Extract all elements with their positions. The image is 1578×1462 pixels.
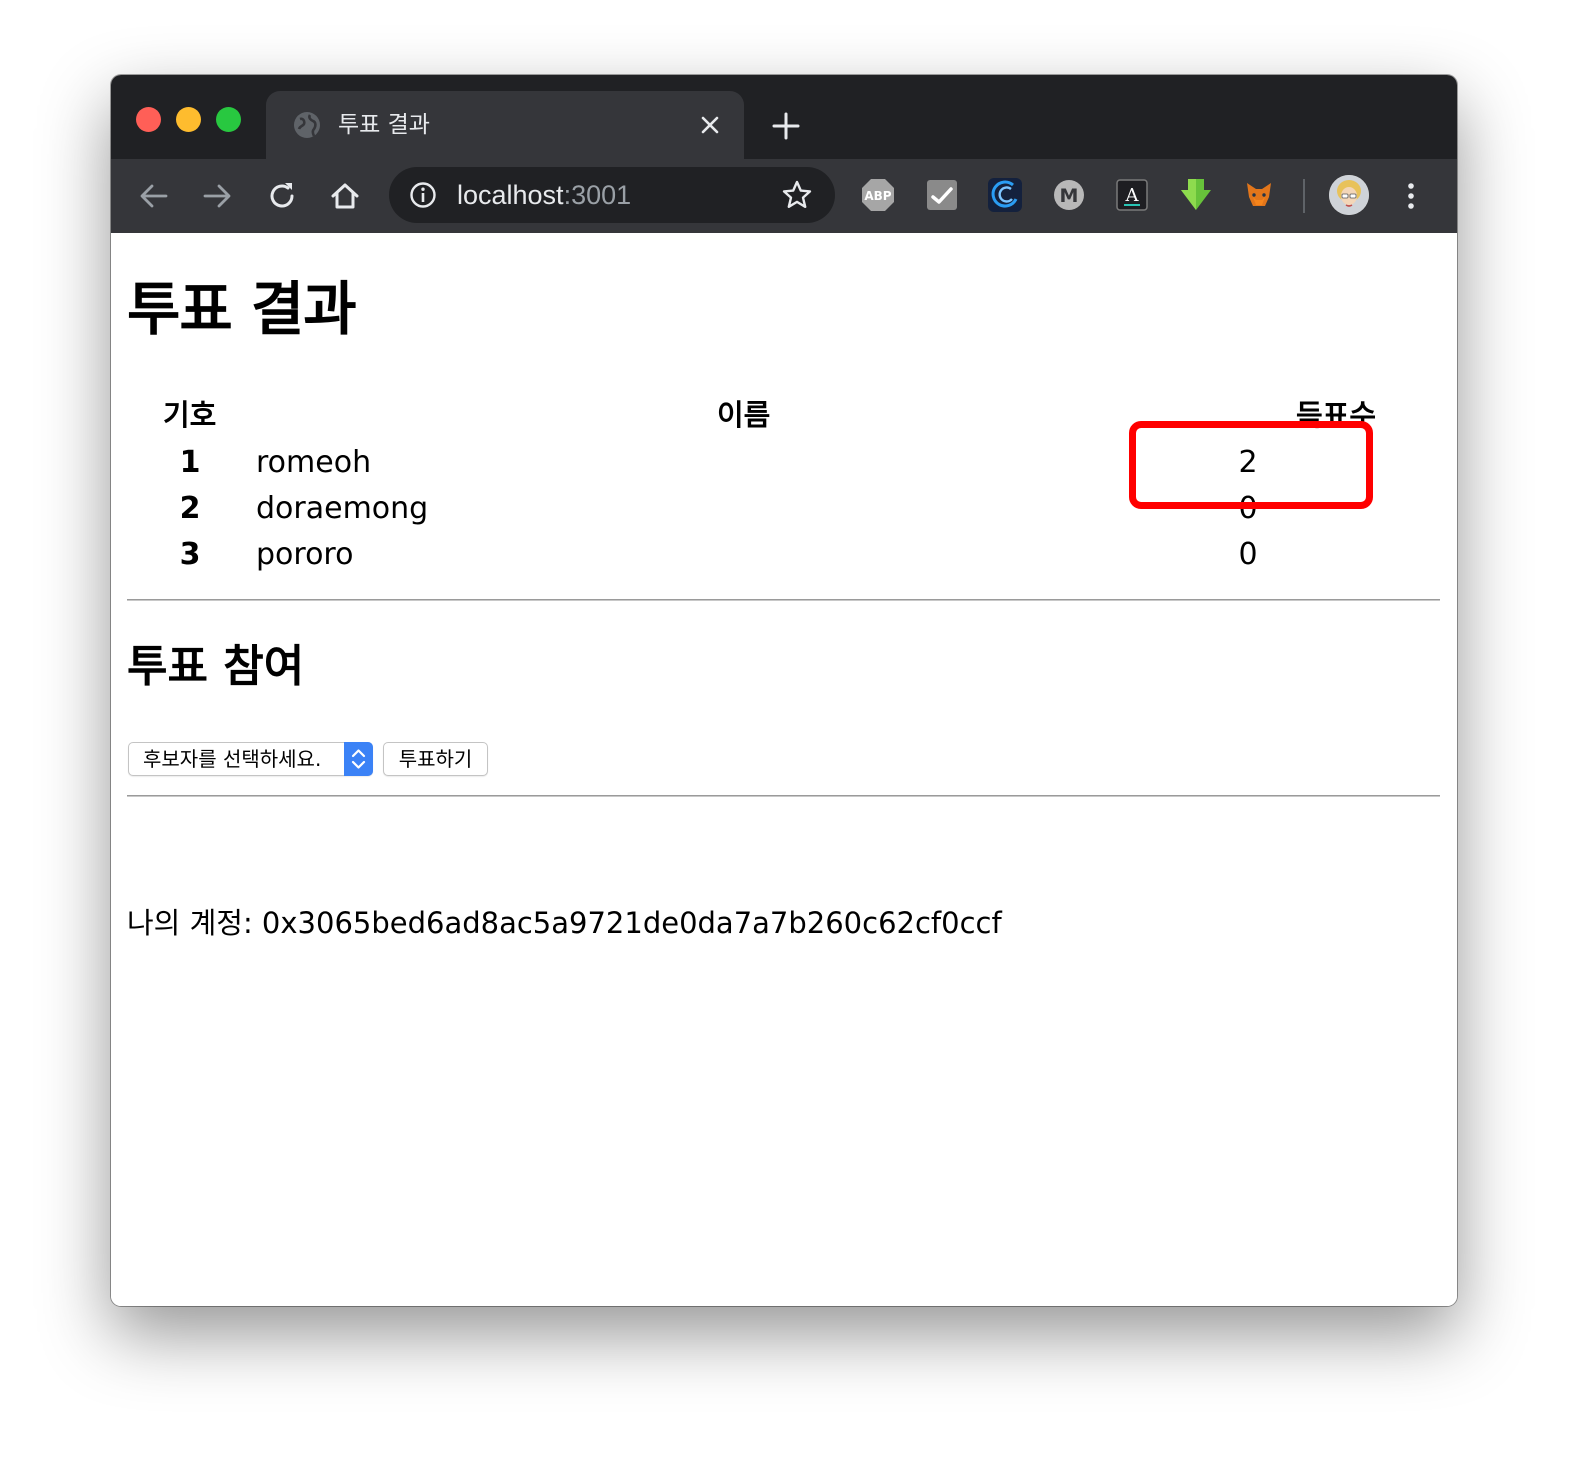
profile-avatar[interactable] bbox=[1329, 175, 1369, 215]
divider bbox=[127, 599, 1440, 601]
chart-extension-icon[interactable] bbox=[924, 177, 960, 213]
m-extension-label: M bbox=[1060, 185, 1079, 207]
close-tab-icon[interactable] bbox=[698, 113, 722, 137]
browser-window: 투표 결과 localhost:3001 ABP M A 투표 결과 기호 이름… bbox=[111, 75, 1457, 1306]
minimize-window-button[interactable] bbox=[176, 107, 201, 132]
tab-bar: 투표 결과 bbox=[111, 75, 1457, 159]
url-host: localhost bbox=[457, 180, 564, 210]
adblock-plus-icon[interactable]: ABP bbox=[860, 177, 896, 213]
bookmark-star-icon[interactable] bbox=[781, 179, 813, 211]
candidate-votes: 0 bbox=[1238, 537, 1258, 572]
download-arrow-icon[interactable] bbox=[1178, 177, 1214, 213]
candidate-select-value: 후보자를 선택하세요. bbox=[143, 747, 322, 771]
candidate-name: pororo bbox=[256, 537, 354, 572]
toolbar-divider bbox=[1303, 179, 1305, 213]
info-icon[interactable] bbox=[409, 181, 437, 209]
tab-active[interactable]: 투표 결과 bbox=[266, 91, 744, 159]
browser-toolbar: localhost:3001 ABP M A bbox=[111, 159, 1457, 233]
address-bar[interactable]: localhost:3001 bbox=[389, 167, 835, 223]
highlight-annotation-box bbox=[1129, 421, 1373, 509]
more-vert-icon[interactable] bbox=[1401, 179, 1421, 213]
font-extension-icon[interactable]: A bbox=[1114, 177, 1150, 213]
candidate-number: 1 bbox=[179, 445, 201, 480]
account-address: 나의 계정: 0x3065bed6ad8ac5a9721de0da7a7b260… bbox=[127, 906, 1002, 940]
candidate-name: doraemong bbox=[256, 491, 429, 526]
home-icon[interactable] bbox=[326, 177, 364, 215]
divider bbox=[127, 795, 1440, 797]
m-extension-icon[interactable]: M bbox=[1051, 177, 1087, 213]
candidate-name: romeoh bbox=[256, 445, 372, 480]
candidate-number: 3 bbox=[179, 537, 201, 572]
url-port: :3001 bbox=[563, 180, 632, 210]
candidate-select[interactable]: 후보자를 선택하세요. bbox=[128, 742, 373, 776]
close-window-button[interactable] bbox=[136, 107, 161, 132]
globe-icon bbox=[294, 112, 320, 138]
adblock-label: ABP bbox=[864, 189, 891, 203]
metamask-fox-icon[interactable] bbox=[1241, 177, 1277, 213]
vote-section-title: 투표 참여 bbox=[127, 641, 305, 692]
back-arrow-icon[interactable] bbox=[135, 177, 173, 215]
vote-button[interactable]: 투표하기 bbox=[383, 742, 488, 776]
select-arrows[interactable] bbox=[344, 742, 373, 776]
user-avatar-icon bbox=[1329, 175, 1369, 215]
candidate-number: 2 bbox=[179, 491, 201, 526]
maximize-window-button[interactable] bbox=[216, 107, 241, 132]
wave-extension-icon[interactable] bbox=[987, 177, 1023, 213]
column-header-name: 이름 bbox=[717, 398, 771, 432]
font-extension-label: A bbox=[1125, 185, 1140, 206]
tab-title: 투표 결과 bbox=[338, 112, 430, 138]
url-text: localhost:3001 bbox=[457, 177, 631, 213]
reload-icon[interactable] bbox=[263, 177, 301, 215]
column-header-number: 기호 bbox=[163, 398, 217, 432]
forward-arrow-icon[interactable] bbox=[198, 177, 236, 215]
chevron-up-down-icon bbox=[351, 749, 366, 769]
new-tab-icon[interactable] bbox=[771, 111, 801, 141]
page-title: 투표 결과 bbox=[127, 275, 357, 343]
page-content: 투표 결과 기호 이름 득표수 1 romeoh 2 2 doraemong 0… bbox=[111, 233, 1457, 1306]
